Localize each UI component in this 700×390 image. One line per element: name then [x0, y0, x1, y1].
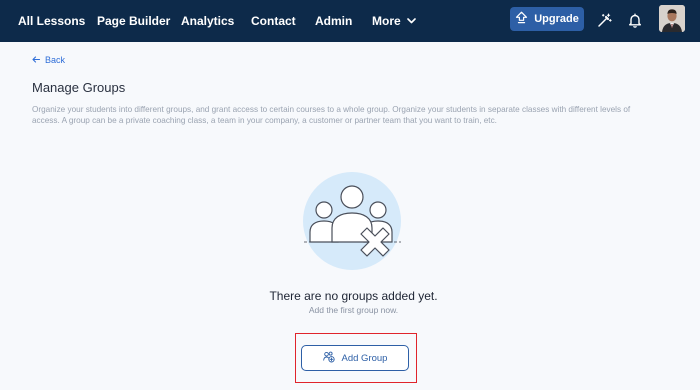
page-title: Manage Groups [32, 80, 126, 95]
nav-item-page-builder[interactable]: Page Builder [97, 0, 170, 42]
add-user-group-icon [322, 351, 342, 366]
arrow-left-icon [32, 55, 41, 65]
back-label: Back [45, 55, 66, 65]
avatar[interactable] [659, 5, 685, 32]
top-navbar: All Lessons Page Builder Analytics Conta… [0, 0, 700, 42]
nav-item-label: Page Builder [97, 14, 171, 28]
nav-item-label: All Lessons [18, 14, 86, 28]
nav-item-analytics[interactable]: Analytics [181, 0, 234, 42]
add-group-button[interactable]: Add Group [301, 345, 409, 371]
nav-item-label: More [372, 14, 401, 28]
empty-state-subtitle: Add the first group now. [308, 305, 399, 315]
nav-item-more[interactable]: More [372, 0, 416, 42]
magic-wand-icon[interactable] [595, 11, 613, 29]
upgrade-label: Upgrade [534, 13, 579, 25]
nav-item-all-lessons[interactable]: All Lessons [18, 0, 85, 42]
chevron-down-icon [406, 18, 416, 24]
nav-item-label: Contact [251, 14, 296, 28]
bell-icon[interactable] [626, 11, 644, 29]
nav-item-label: Analytics [181, 14, 235, 28]
group-remove-icon [299, 172, 405, 270]
back-link[interactable]: Back [32, 55, 65, 65]
nav-item-contact[interactable]: Contact [251, 0, 296, 42]
upgrade-button[interactable]: Upgrade [510, 7, 584, 31]
nav-item-label: Admin [315, 14, 353, 28]
upgrade-arrow-icon [515, 11, 534, 27]
page-description: Organize your students into different gr… [32, 105, 631, 125]
nav-item-admin[interactable]: Admin [315, 0, 352, 42]
add-group-label: Add Group [341, 352, 388, 364]
empty-state-title: There are no groups added yet. [269, 289, 438, 303]
